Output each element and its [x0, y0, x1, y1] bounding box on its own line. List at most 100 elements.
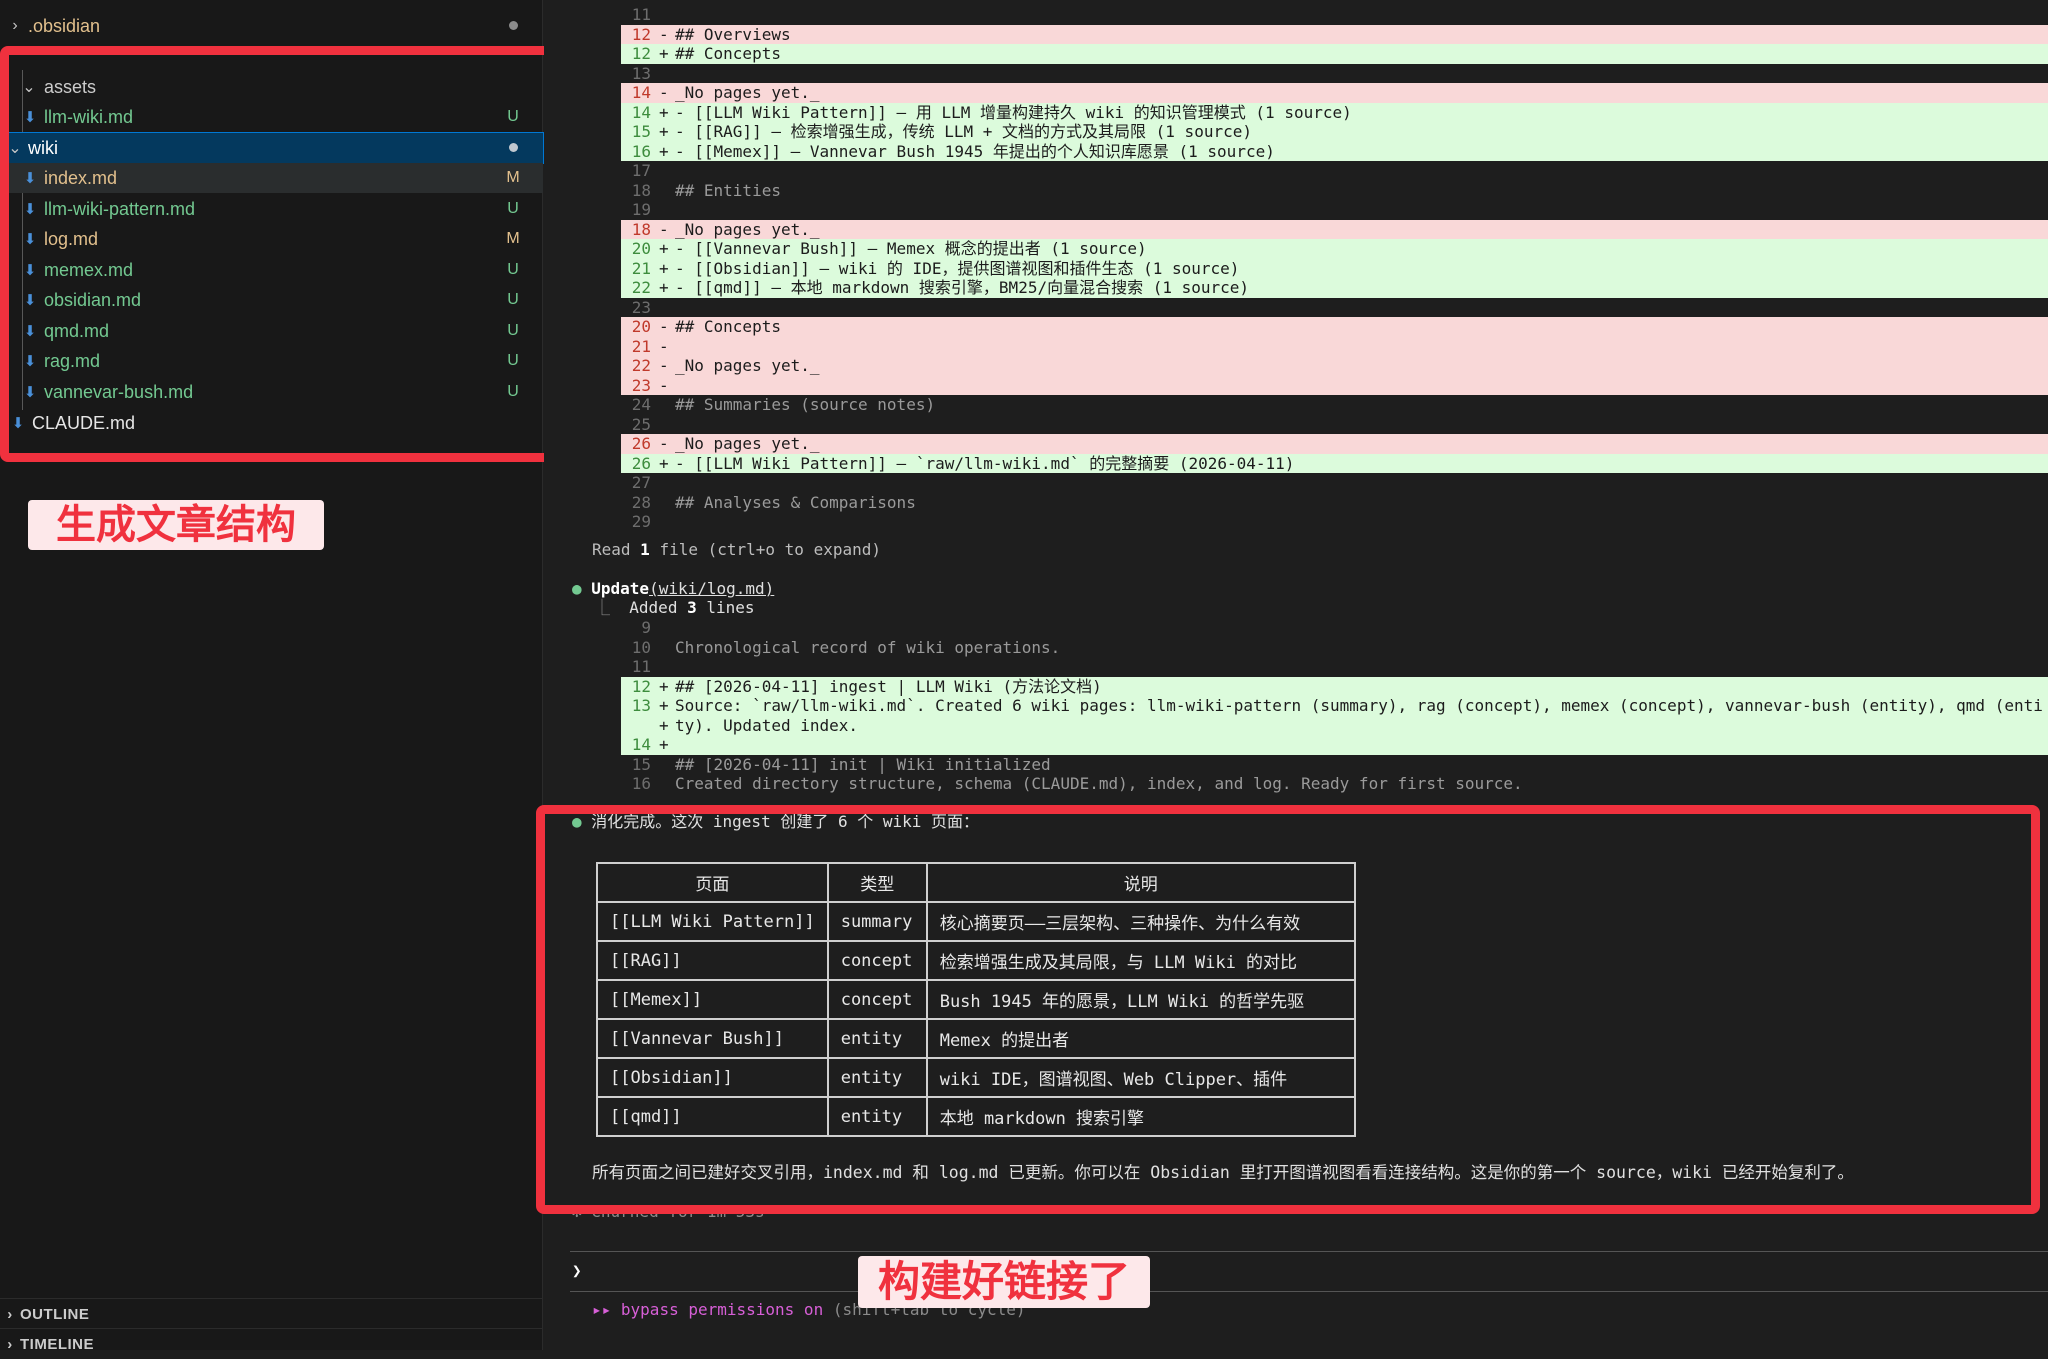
diff-text: - [[RAG]] — 检索增强生成，传统 LLM + 文档的方式及其局限 (1… — [675, 122, 1252, 141]
diff-line-add: + ty). Updated index. — [621, 715, 2048, 735]
tree-item-label: .obsidian — [28, 15, 101, 36]
diff-line-add: 21 + - [[Obsidian]] — wiki 的 IDE，提供图谱视图和插件… — [621, 258, 2048, 278]
diff-line-ctx: 25 — [621, 415, 2048, 435]
diff-text: Created directory structure, schema (CLA… — [675, 774, 1523, 793]
line-number: 23 — [631, 297, 651, 317]
diff-line-del: 26- _No pages yet._ — [621, 434, 2048, 454]
line-number: 11 — [631, 5, 651, 24]
diff-sign: - — [659, 317, 669, 336]
line-number: 9 — [641, 618, 651, 637]
line-number: 28 — [631, 492, 651, 512]
status-dot — [483, 17, 543, 35]
diff-sign: + — [659, 239, 669, 258]
diff-line-ctx: 17 — [621, 161, 2048, 181]
diff-sign: - — [659, 24, 669, 44]
line-number: 10 — [631, 637, 651, 657]
diff-line-ctx: 15 ## [2026-04-11] init | Wiki initialize… — [621, 755, 2048, 775]
diff-sign: - — [659, 434, 669, 453]
diff-line-del: 22- _No pages yet._ — [621, 356, 2048, 376]
diff-text: ## Analyses & Comparisons — [675, 492, 916, 512]
diff-line-add: 12 + ## [2026-04-11] ingest | LLM Wiki (方法… — [621, 676, 2048, 696]
diff-line-ctx: 27 — [621, 473, 2048, 493]
diff-text: ## Overviews — [675, 24, 791, 44]
annotation-highlight-box — [536, 805, 2040, 1214]
diff-sign: - — [659, 375, 669, 395]
diff-text: - [[Memex]] — Vannevar Bush 1945 年提出的个人知… — [675, 141, 1275, 161]
diff-sign: + — [659, 102, 669, 122]
diff-sign: + — [659, 735, 669, 754]
diff-sign: + — [659, 696, 669, 715]
line-number: 17 — [631, 161, 651, 180]
diff-sign: - — [659, 83, 669, 102]
line-number: 22 — [631, 278, 651, 297]
diff-text: Source: `raw/llm-wiki.md`. Created 6 wik… — [675, 696, 2043, 715]
line-number: 26 — [631, 434, 651, 453]
diff-line-ctx: 9 — [621, 618, 2048, 638]
line-number: 29 — [631, 512, 651, 531]
diff-sign: + — [659, 44, 669, 63]
diff-text: ## Concepts — [675, 317, 781, 336]
diff-text: ## Concepts — [675, 44, 781, 63]
diff-line-ctx: 19 — [621, 200, 2048, 220]
line-number: 12 — [631, 44, 651, 63]
diff-sign: - — [659, 336, 669, 356]
timeline-panel-header[interactable]: › TIMELINE — [0, 1328, 543, 1359]
prompt-bottom-border — [570, 1291, 2048, 1292]
annotation-label-left: 生成文章结构 — [28, 500, 324, 550]
prompt-symbol[interactable]: ❯ — [572, 1261, 582, 1281]
diff-line-ctx: 24 ## Summaries (source notes) — [621, 395, 2048, 415]
line-number: 14 — [631, 735, 651, 754]
diff-text: - [[qmd]] — 本地 markdown 搜索引擎，BM25/向量混合搜索… — [675, 278, 1250, 297]
line-number: 26 — [631, 453, 651, 473]
diff-line-del: 20- ## Concepts — [621, 317, 2048, 337]
annotation-label-right: 构建好链接了 — [858, 1256, 1150, 1308]
update-added-line: ⎿ Added 3 lines — [594, 598, 755, 617]
diff-line-ctx: 13 — [621, 64, 2048, 84]
outline-label: OUTLINE — [20, 1305, 90, 1323]
diff-text: _No pages yet._ — [675, 83, 820, 102]
diff-text: Chronological record of wiki operations. — [675, 637, 1061, 657]
line-number: 14 — [631, 83, 651, 102]
line-number: 12 — [631, 676, 651, 696]
diff-line-add: 22 + - [[qmd]] — 本地 markdown 搜索引擎，BM25/向量混… — [621, 278, 2048, 298]
diff-sign: + — [659, 715, 669, 735]
diff-sign: + — [659, 676, 669, 696]
diff-text: _No pages yet._ — [675, 219, 820, 239]
chevron-right-icon: › — [7, 1305, 13, 1323]
diff-line-add: 15 + - [[RAG]] — 检索增强生成，传统 LLM + 文档的方式及其局限… — [621, 122, 2048, 142]
diff-text: ## Summaries (source notes) — [675, 395, 936, 414]
line-number: 23 — [631, 375, 651, 395]
outline-panel-header[interactable]: › OUTLINE — [0, 1298, 543, 1329]
line-number: 21 — [631, 258, 651, 278]
diff-line-ctx: 23 — [621, 298, 2048, 318]
line-number: 25 — [631, 414, 651, 434]
diff-sign: - — [659, 219, 669, 239]
bullet-icon: ● — [572, 579, 592, 598]
diff-sign: + — [659, 278, 669, 297]
line-number: 14 — [631, 102, 651, 122]
diff-line-ctx: 11 — [621, 657, 2048, 677]
tree-folder-obsidian[interactable]: › .obsidian — [0, 11, 543, 41]
diff-text: ty). Updated index. — [675, 715, 859, 735]
line-number: 12 — [631, 24, 651, 44]
diff-line-ctx: 11 — [621, 5, 2048, 25]
line-number: 13 — [631, 63, 651, 83]
update-tool-line: ● Update(wiki/log.md) — [572, 579, 775, 598]
prompt-top-border — [570, 1251, 2048, 1252]
diff-line-add: 12 + ## Concepts — [621, 44, 2048, 64]
read-file-line: Read 1 file (ctrl+o to expand) — [592, 540, 881, 559]
diff-sign: - — [659, 356, 669, 375]
line-number: 18 — [631, 180, 651, 200]
line-number: 16 — [631, 774, 651, 793]
line-number: 11 — [631, 657, 651, 676]
diff-line-del: 14- _No pages yet._ — [621, 83, 2048, 103]
diff-line-del: 18- _No pages yet._ — [621, 219, 2048, 239]
diff-sign: + — [659, 258, 669, 278]
line-number: 19 — [631, 200, 651, 219]
diff-text: ## [2026-04-11] ingest | LLM Wiki (方法论文档… — [675, 676, 1102, 696]
diff-line-ctx: 28 ## Analyses & Comparisons — [621, 493, 2048, 513]
line-number: 20 — [631, 239, 651, 258]
line-number: 27 — [631, 473, 651, 492]
diff-text: - [[LLM Wiki Pattern]] — `raw/llm-wiki.m… — [675, 453, 1295, 473]
diff-text: - [[Vannevar Bush]] — Memex 概念的提出者 (1 so… — [675, 239, 1147, 258]
